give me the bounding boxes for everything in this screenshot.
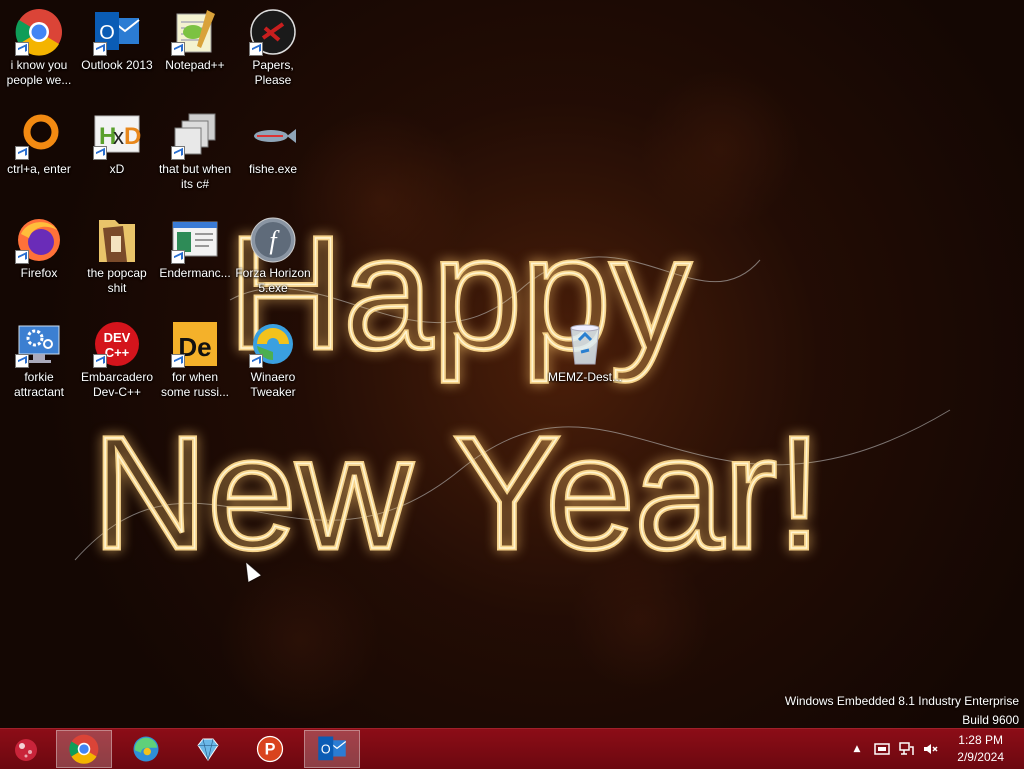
action-center-flag-icon[interactable] — [872, 729, 892, 769]
svg-text:D: D — [124, 123, 141, 150]
show-hidden-icons-button[interactable]: ▲ — [848, 729, 866, 769]
memz-recycle-bin[interactable]: MEMZ-Dest... — [546, 320, 624, 385]
icon-label: Forza Horizon 5.exe — [235, 266, 311, 295]
desktop[interactable]: Happy Happy New Year! New Year! i know y… — [0, 0, 1024, 728]
icon-label: the popcap shit — [87, 266, 147, 295]
icon-label: Winaero Tweaker — [250, 370, 296, 399]
window-app-icon — [171, 216, 219, 264]
notepadpp-shortcut[interactable]: Notepad++ — [156, 8, 234, 73]
firefox-shortcut[interactable]: Firefox — [0, 216, 78, 281]
icon-label: that but when its c# — [158, 162, 232, 191]
flash-icon: f — [249, 216, 297, 264]
settings-monitor-icon — [15, 320, 63, 368]
window-stack-icon — [171, 112, 219, 160]
icon-label: ctrl+a, enter — [7, 162, 71, 176]
forza-shortcut[interactable]: f Forza Horizon 5.exe — [234, 216, 312, 296]
icon-label: MEMZ-Dest... — [548, 370, 622, 384]
network-icon[interactable] — [896, 729, 916, 769]
diamond-icon — [197, 738, 219, 762]
icon-label: fishe.exe — [248, 162, 298, 176]
icon-label: Papers, Please — [252, 58, 294, 87]
icon-label: xD — [109, 162, 125, 176]
outlook-shortcut[interactable]: O Outlook 2013 — [78, 8, 156, 73]
notepadpp-icon — [171, 8, 219, 56]
taskbar-chrome[interactable] — [56, 730, 112, 768]
firefox-icon — [15, 216, 63, 264]
taskbar-outlook[interactable]: O — [304, 730, 360, 768]
svg-text:C++: C++ — [105, 345, 130, 360]
icon-label: Outlook 2013 — [81, 58, 153, 72]
edge-icon — [133, 736, 159, 762]
devcpp-shortcut[interactable]: DEV C++ Embarcadero Dev-C++ — [78, 320, 156, 400]
icon-label: Embarcadero Dev-C++ — [80, 370, 154, 399]
papers-please-shortcut[interactable]: Papers, Please — [234, 8, 312, 88]
popcap-folder[interactable]: the popcap shit — [78, 216, 156, 296]
watermark-edition: Windows Embedded 8.1 Industry Enterprise — [784, 694, 1019, 708]
winaero-icon — [249, 320, 297, 368]
chrome-icon — [69, 734, 99, 764]
icon-label: i know you people we... — [6, 58, 72, 87]
taskbar: P O ▲ 1:28 PM 2/9/2024 — [0, 728, 1024, 769]
clock-time: 1:28 PM — [958, 733, 1003, 747]
de-icon: De — [171, 320, 219, 368]
icon-label: Endermanc... — [159, 266, 231, 280]
winaero-shortcut[interactable]: Winaero Tweaker — [234, 320, 312, 400]
hxd-icon: H x D — [93, 112, 141, 160]
p-app-icon: P — [256, 735, 284, 763]
papers-please-icon — [249, 8, 297, 56]
svg-text:P: P — [265, 741, 276, 759]
orange-ring-icon — [15, 112, 63, 160]
endermanch-shortcut[interactable]: Endermanc... — [156, 216, 234, 281]
wallpaper-text-newyear-core: New Year! — [92, 403, 821, 582]
svg-text:O: O — [99, 22, 115, 44]
clock-date: 2/9/2024 — [957, 750, 1004, 764]
watermark-build: Build 9600 — [962, 713, 1019, 727]
icon-label: for when some russi... — [160, 370, 229, 399]
svg-text:x: x — [113, 124, 124, 149]
fish-icon — [249, 112, 297, 160]
csharp-shortcut[interactable]: that but when its c# — [156, 112, 234, 192]
taskbar-p-app[interactable]: P — [242, 730, 298, 768]
fishe-shortcut[interactable]: fishe.exe — [234, 112, 312, 177]
folder-icon — [93, 216, 141, 264]
ctrl-a-enter-shortcut[interactable]: ctrl+a, enter — [0, 112, 78, 177]
icon-label: forkie attractant — [13, 370, 65, 399]
taskbar-crystal-app[interactable] — [180, 730, 236, 768]
hxd-shortcut[interactable]: H x D xD — [78, 112, 156, 177]
taskbar-edge[interactable] — [118, 730, 174, 768]
outlook-icon: O — [318, 736, 347, 761]
forkie-shortcut[interactable]: forkie attractant — [0, 320, 78, 400]
chevron-up-icon: ▲ — [853, 744, 861, 754]
volume-muted-icon[interactable] — [920, 729, 940, 769]
os-watermark: Windows Embedded 8.1 Industry Enterprise… — [785, 692, 1019, 728]
clock[interactable]: 1:28 PM 2/9/2024 — [957, 732, 1004, 766]
icon-label: Notepad++ — [165, 58, 225, 72]
start-button[interactable] — [0, 730, 52, 768]
icon-label: Firefox — [20, 266, 58, 280]
start-orb-icon — [15, 739, 37, 761]
devcpp-icon: DEV C++ — [93, 320, 141, 368]
de-shortcut[interactable]: De for when some russi... — [156, 320, 234, 400]
chrome-shortcut[interactable]: i know you people we... — [0, 8, 78, 88]
svg-text:DEV: DEV — [104, 330, 131, 345]
chrome-icon — [15, 8, 63, 56]
recycle-bin-icon — [561, 320, 609, 368]
outlook-icon: O — [93, 8, 141, 56]
svg-text:O: O — [321, 742, 331, 756]
